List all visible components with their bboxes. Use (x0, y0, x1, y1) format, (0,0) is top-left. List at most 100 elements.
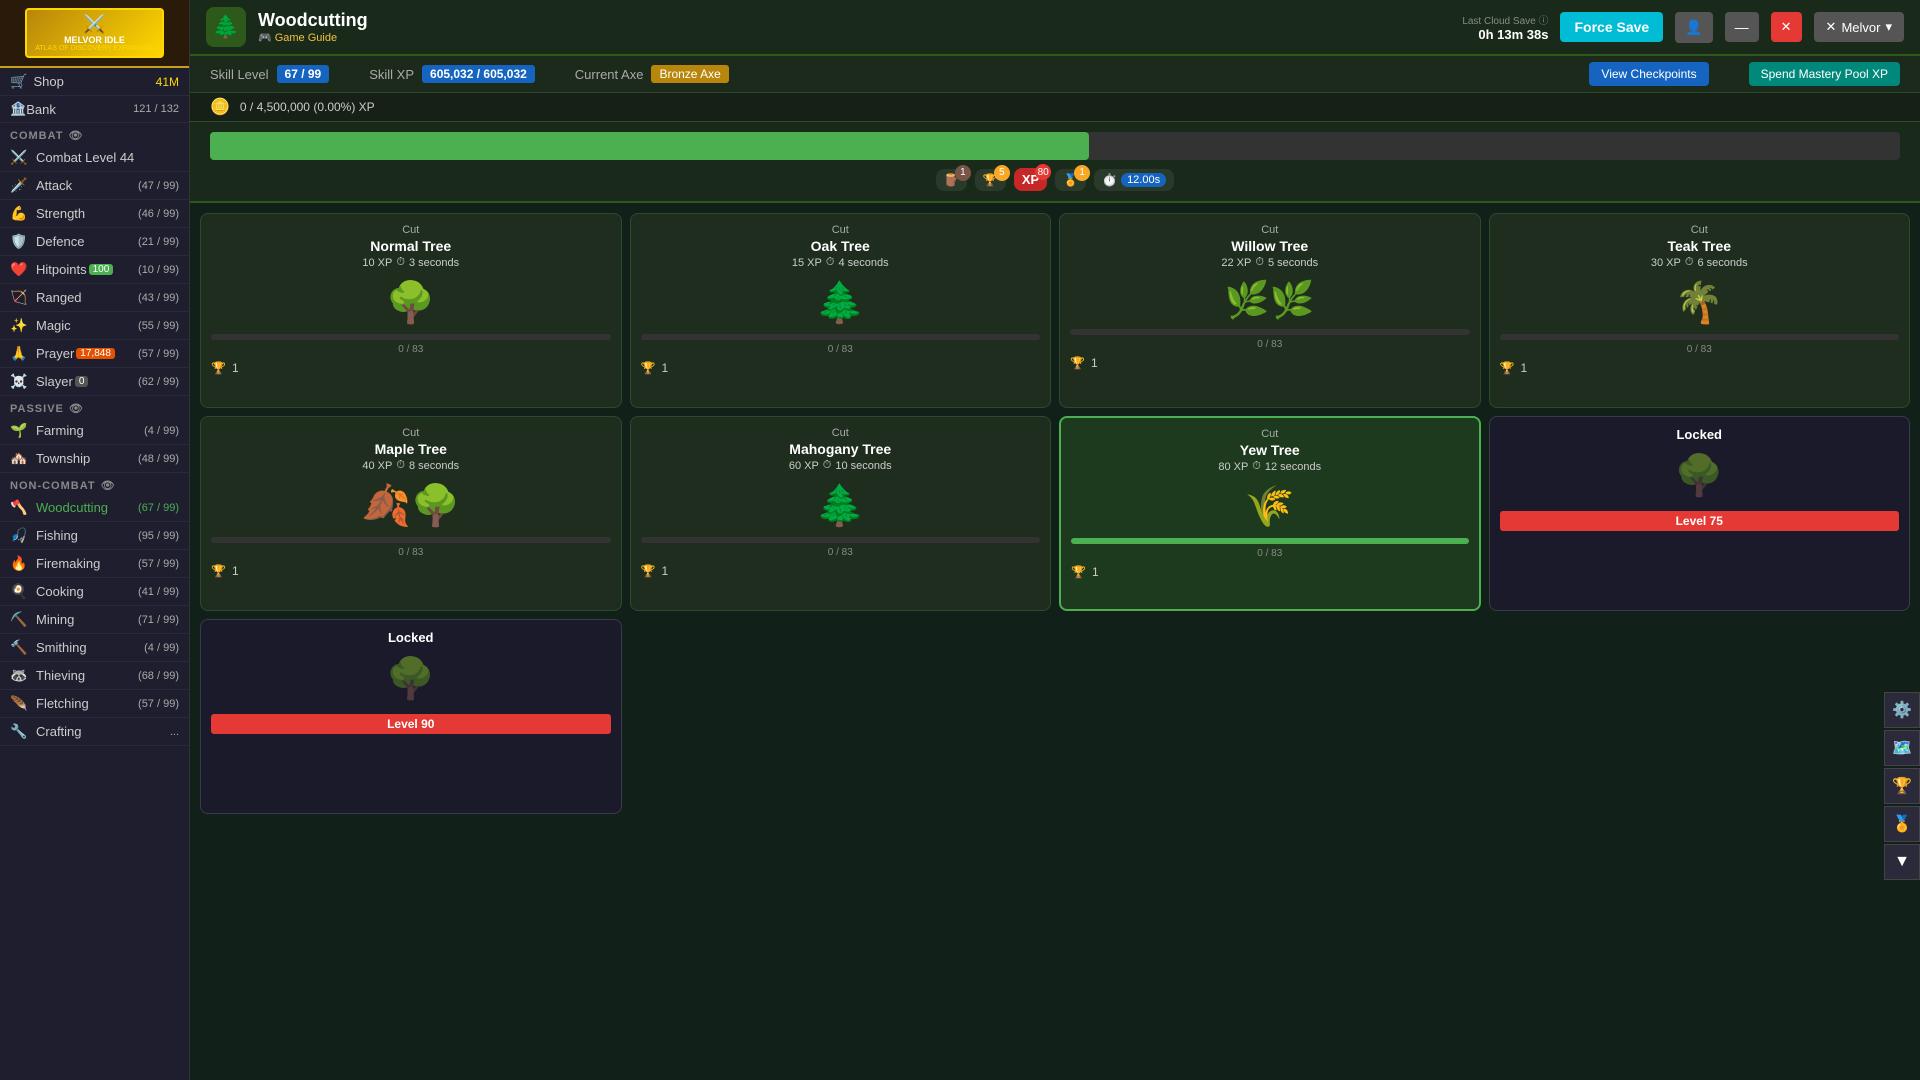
user-menu-button[interactable]: ✕ Melvor ▾ (1814, 12, 1904, 42)
close-button[interactable]: ✕ (1771, 12, 1802, 42)
tree-card-normal[interactable]: Cut Normal Tree 10 XP ⏱ 3 seconds 🌳 0 / … (200, 213, 622, 408)
activity-area: 🪵 1 🏆 5 XP 80 🏅 1 ⏱️ 12.00s (190, 122, 1920, 203)
normal-clock-icon: ⏱ (396, 256, 405, 269)
sidebar-item-attack[interactable]: 🗡️ Attack (47 / 99) (0, 172, 189, 200)
right-icon-panel: ⚙️ 🗺️ 🏆 🏅 ▼ (1884, 692, 1920, 880)
xp-coin-icon: 🪙 (210, 97, 230, 117)
activity-icon-log[interactable]: 🪵 1 (936, 169, 967, 191)
sidebar-item-strength[interactable]: 💪 Strength (46 / 99) (0, 200, 189, 228)
skill-name-block: Woodcutting 🎮 Game Guide (258, 10, 368, 44)
minus-button[interactable]: — (1725, 12, 1759, 42)
maple-trophy-icon: 🏆 (211, 564, 226, 578)
sidebar-item-thieving[interactable]: 🦝 Thieving (68 / 99) (0, 662, 189, 690)
sidebar-item-combat-level[interactable]: ⚔️ Combat Level 44 (0, 144, 189, 172)
mahogany-time: 10 seconds (835, 460, 891, 472)
sidebar-item-bank[interactable]: 🏦 Bank 121 / 132 (0, 96, 189, 123)
sidebar-item-farming[interactable]: 🌱 Farming (4 / 99) (0, 417, 189, 445)
sidebar-item-defence[interactable]: 🛡️ Defence (21 / 99) (0, 228, 189, 256)
strength-label: Strength (36, 206, 85, 221)
skill-guide[interactable]: 🎮 Game Guide (258, 31, 368, 44)
map-icon[interactable]: 🗺️ (1884, 730, 1920, 766)
strength-level: (46 / 99) (138, 208, 179, 220)
combat-visibility-icon[interactable]: 👁 (68, 129, 83, 142)
sidebar-item-township[interactable]: 🏘️ Township (48 / 99) (0, 445, 189, 473)
ranged-label: Ranged (36, 290, 82, 305)
defence-label: Defence (36, 234, 84, 249)
maple-tree-xp-bar (211, 537, 611, 543)
shop-coins: 41M (156, 75, 179, 89)
prayer-label: Prayer (36, 346, 74, 361)
thieving-level: (68 / 99) (138, 670, 179, 682)
tree-card-locked-75[interactable]: Locked 🌳 Level 75 (1489, 416, 1911, 611)
tree-card-yew[interactable]: Cut Yew Tree 80 XP ⏱ 12 seconds 🌾 0 / 83… (1059, 416, 1481, 611)
activity-icon-trophy[interactable]: 🏆 5 (975, 169, 1006, 191)
normal-xp: 10 XP (362, 257, 392, 269)
oak-time: 4 seconds (838, 257, 888, 269)
sidebar-item-shop[interactable]: 🛒 Shop 41M (0, 68, 189, 96)
tree-card-oak[interactable]: Cut Oak Tree 15 XP ⏱ 4 seconds 🌲 0 / 83 … (630, 213, 1052, 408)
section-noncombat: NON-COMBAT 👁 (0, 473, 189, 494)
sidebar-item-crafting[interactable]: 🔧 Crafting ... (0, 718, 189, 746)
slayer-tag: 0 (75, 376, 89, 387)
sidebar-item-mining[interactable]: ⛏️ Mining (71 / 99) (0, 606, 189, 634)
mining-icon: ⛏️ (10, 611, 30, 628)
tree-card-teak[interactable]: Cut Teak Tree 30 XP ⏱ 6 seconds 🌴 0 / 83… (1489, 213, 1911, 408)
mahogany-tree-xp-time: 60 XP ⏱ 10 seconds (789, 459, 892, 472)
tree-card-mahogany[interactable]: Cut Mahogany Tree 60 XP ⏱ 10 seconds 🌲 0… (630, 416, 1052, 611)
tree-card-willow[interactable]: Cut Willow Tree 22 XP ⏱ 5 seconds 🌿🌿 0 /… (1059, 213, 1481, 408)
activity-icon-time[interactable]: ⏱️ 12.00s (1094, 169, 1174, 191)
sidebar-item-ranged[interactable]: 🏹 Ranged (43 / 99) (0, 284, 189, 312)
fletching-label: Fletching (36, 696, 89, 711)
sidebar-item-fletching[interactable]: 🪶 Fletching (57 / 99) (0, 690, 189, 718)
yew-tree-action: Cut (1261, 428, 1278, 440)
settings-panel-icon[interactable]: ⚙️ (1884, 692, 1920, 728)
spend-mastery-button[interactable]: Spend Mastery Pool XP (1749, 62, 1900, 86)
fishing-label: Fishing (36, 528, 78, 543)
view-checkpoints-button[interactable]: View Checkpoints (1589, 62, 1708, 86)
sidebar-item-slayer[interactable]: ☠️ Slayer 0 (62 / 99) (0, 368, 189, 396)
teak-xp: 30 XP (1651, 257, 1681, 269)
defence-level: (21 / 99) (138, 236, 179, 248)
attack-level: (47 / 99) (138, 180, 179, 192)
locked-75-label: Locked (1676, 427, 1722, 442)
teak-tree-mastery: 🏆 1 (1500, 361, 1900, 375)
sidebar-item-magic[interactable]: ✨ Magic (55 / 99) (0, 312, 189, 340)
willow-tree-xp-time: 22 XP ⏱ 5 seconds (1221, 256, 1318, 269)
tree-card-maple[interactable]: Cut Maple Tree 40 XP ⏱ 8 seconds 🍂🌳 0 / … (200, 416, 622, 611)
sidebar-item-hitpoints[interactable]: ❤️ Hitpoints 100 (10 / 99) (0, 256, 189, 284)
noncombat-visibility-icon[interactable]: 👁 (101, 479, 116, 492)
passive-visibility-icon[interactable]: 👁 (69, 402, 84, 415)
achievements-icon[interactable]: 🏆 (1884, 768, 1920, 804)
sidebar-item-woodcutting[interactable]: 🪓 Woodcutting (67 / 99) (0, 494, 189, 522)
activity-icon-xp[interactable]: XP 80 (1014, 168, 1047, 191)
settings-button[interactable]: 👤 (1675, 12, 1712, 43)
sidebar-item-cooking[interactable]: 🍳 Cooking (41 / 99) (0, 578, 189, 606)
logo-subtitle: ATLAS OF DISCOVERY EXPANSION (35, 45, 154, 52)
collapse-icon[interactable]: ▼ (1884, 844, 1920, 880)
ranged-level: (43 / 99) (138, 292, 179, 304)
mahogany-tree-progress: 0 / 83 (828, 547, 853, 558)
log-badge: 1 (955, 165, 971, 181)
yew-tree-name: Yew Tree (1240, 442, 1300, 458)
locked-90-image: 🌳 (386, 655, 436, 702)
sidebar-item-prayer[interactable]: 🙏 Prayer 17,848 (57 / 99) (0, 340, 189, 368)
cloud-save-time: 0h 13m 38s (1478, 27, 1548, 42)
prayer-icon: 🙏 (10, 345, 30, 362)
slayer-icon: ☠️ (10, 373, 30, 390)
sidebar-item-firemaking[interactable]: 🔥 Firemaking (57 / 99) (0, 550, 189, 578)
mahogany-tree-action: Cut (832, 427, 849, 439)
tree-card-locked-90[interactable]: Locked 🌳 Level 90 (200, 619, 622, 814)
rewards-icon[interactable]: 🏅 (1884, 806, 1920, 842)
activity-icon-medal[interactable]: 🏅 1 (1055, 169, 1086, 191)
yew-tree-progress: 0 / 83 (1257, 548, 1282, 559)
cooking-icon: 🍳 (10, 583, 30, 600)
hitpoints-level: (10 / 99) (138, 264, 179, 276)
teak-tree-xp-bar (1500, 334, 1900, 340)
willow-tree-mastery: 🏆 1 (1070, 356, 1470, 370)
normal-tree-xp-time: 10 XP ⏱ 3 seconds (362, 256, 459, 269)
willow-tree-progress: 0 / 83 (1257, 339, 1282, 350)
force-save-button[interactable]: Force Save (1560, 12, 1663, 42)
sidebar-item-smithing[interactable]: 🔨 Smithing (4 / 99) (0, 634, 189, 662)
mahogany-trophy-icon: 🏆 (641, 564, 656, 578)
sidebar-item-fishing[interactable]: 🎣 Fishing (95 / 99) (0, 522, 189, 550)
